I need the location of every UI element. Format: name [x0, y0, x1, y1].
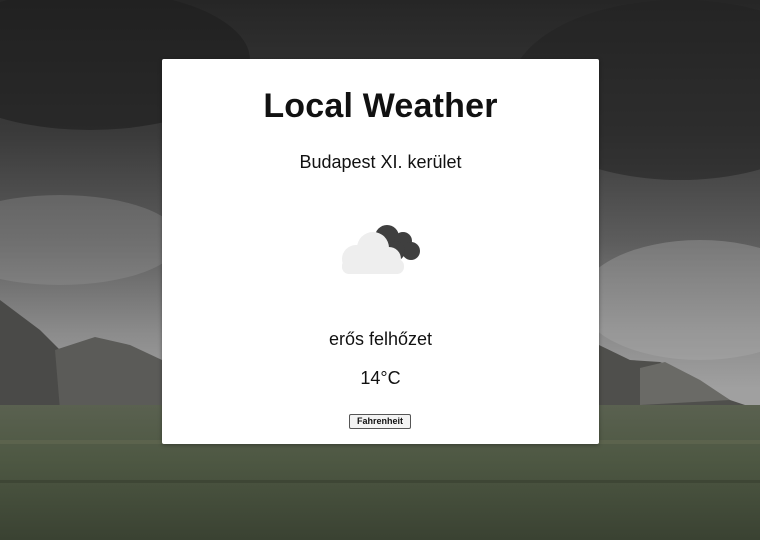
temperature-value: 14°C: [360, 368, 401, 388]
location-label: Budapest XI. kerület: [299, 152, 462, 172]
fahrenheit-toggle-button[interactable]: Fahrenheit: [349, 414, 411, 429]
weather-card: Local Weather Budapest XI. kerület erős …: [162, 59, 599, 444]
broken-clouds-icon: [337, 219, 425, 279]
weather-description: erős felhőzet: [328, 329, 433, 349]
page-title: Local Weather: [263, 87, 498, 125]
